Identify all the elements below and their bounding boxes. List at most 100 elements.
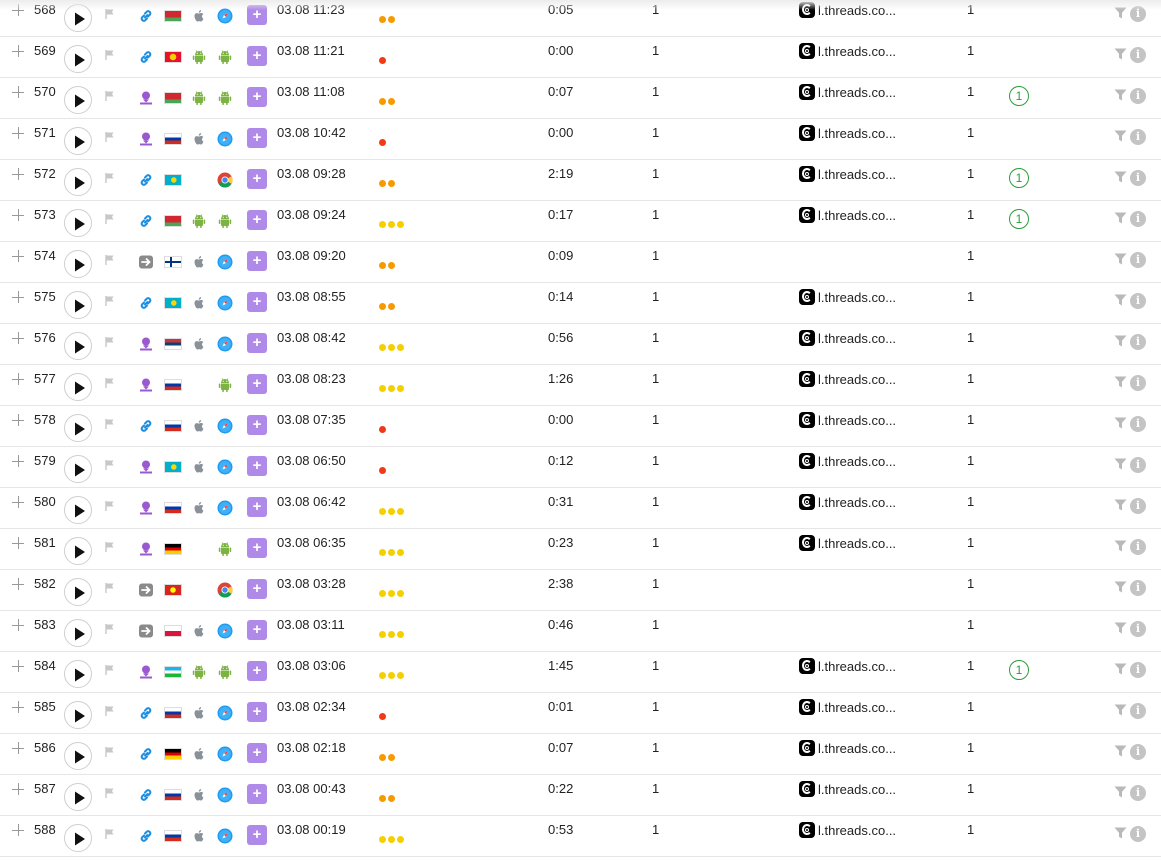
expand-plus-icon[interactable] [12,168,26,182]
add-button[interactable]: + [247,169,267,189]
filter-icon[interactable] [1114,827,1127,842]
table-row[interactable]: 586 +03.08 02:18 0:07 1 l.threads.co... 1 i [0,734,1161,775]
play-button[interactable] [64,332,92,360]
flag-icon[interactable] [104,418,116,433]
play-button[interactable] [64,619,92,647]
info-icon[interactable]: i [1130,744,1146,760]
add-button[interactable]: + [247,743,267,763]
expand-plus-icon[interactable] [12,824,26,838]
referrer[interactable]: l.threads.co... [799,124,896,142]
play-button[interactable] [64,4,92,32]
filter-icon[interactable] [1114,458,1127,473]
referrer[interactable]: l.threads.co... [799,411,896,429]
info-icon[interactable]: i [1130,416,1146,432]
info-icon[interactable]: i [1130,129,1146,145]
flag-icon[interactable] [104,8,116,23]
referrer[interactable]: l.threads.co... [799,1,896,19]
table-row[interactable]: 571 +03.08 10:42 0:00 1 l.threads.co... 1 i [0,119,1161,160]
filter-icon[interactable] [1114,376,1127,391]
add-button[interactable]: + [247,210,267,230]
filter-icon[interactable] [1114,581,1127,596]
info-icon[interactable]: i [1130,6,1146,22]
flag-icon[interactable] [104,254,116,269]
referrer[interactable]: l.threads.co... [799,534,896,552]
table-row[interactable]: 584 +03.08 03:06 1:45 1 l.threads.co... 1 1 i [0,652,1161,693]
add-button[interactable]: + [247,128,267,148]
info-icon[interactable]: i [1130,826,1146,842]
table-row[interactable]: 581 +03.08 06:35 0:23 1 l.threads.co... 1 i [0,529,1161,570]
flag-icon[interactable] [104,787,116,802]
filter-icon[interactable] [1114,499,1127,514]
table-row[interactable]: 569 +03.08 11:21 0:00 1 l.threads.co... 1 i [0,37,1161,78]
filter-icon[interactable] [1114,294,1127,309]
table-row[interactable]: 587 +03.08 00:43 0:22 1 l.threads.co... 1 i [0,775,1161,816]
flag-icon[interactable] [104,172,116,187]
filter-icon[interactable] [1114,540,1127,555]
info-icon[interactable]: i [1130,498,1146,514]
expand-plus-icon[interactable] [12,701,26,715]
info-icon[interactable]: i [1130,375,1146,391]
table-row[interactable]: 583 +03.08 03:11 0:46 1 1 i [0,611,1161,652]
flag-icon[interactable] [104,295,116,310]
referrer[interactable]: l.threads.co... [799,657,896,675]
referrer[interactable]: l.threads.co... [799,780,896,798]
add-button[interactable]: + [247,620,267,640]
expand-plus-icon[interactable] [12,496,26,510]
expand-plus-icon[interactable] [12,127,26,141]
expand-plus-icon[interactable] [12,373,26,387]
expand-plus-icon[interactable] [12,455,26,469]
expand-plus-icon[interactable] [12,86,26,100]
filter-icon[interactable] [1114,663,1127,678]
flag-icon[interactable] [104,377,116,392]
filter-icon[interactable] [1114,704,1127,719]
info-icon[interactable]: i [1130,211,1146,227]
flag-icon[interactable] [104,541,116,556]
table-row[interactable]: 576 +03.08 08:42 0:56 1 l.threads.co... 1 i [0,324,1161,365]
expand-plus-icon[interactable] [12,291,26,305]
referrer[interactable]: l.threads.co... [799,165,896,183]
play-button[interactable] [64,127,92,155]
flag-icon[interactable] [104,213,116,228]
info-icon[interactable]: i [1130,457,1146,473]
add-button[interactable]: + [247,784,267,804]
filter-icon[interactable] [1114,48,1127,63]
info-icon[interactable]: i [1130,703,1146,719]
expand-plus-icon[interactable] [12,660,26,674]
table-row[interactable]: 579 +03.08 06:50 0:12 1 l.threads.co... 1 i [0,447,1161,488]
add-button[interactable]: + [247,374,267,394]
info-icon[interactable]: i [1130,539,1146,555]
referrer[interactable]: l.threads.co... [799,493,896,511]
filter-icon[interactable] [1114,417,1127,432]
flag-icon[interactable] [104,623,116,638]
table-row[interactable]: 580 +03.08 06:42 0:31 1 l.threads.co... 1 i [0,488,1161,529]
filter-icon[interactable] [1114,335,1127,350]
expand-plus-icon[interactable] [12,250,26,264]
table-row[interactable]: 574 +03.08 09:20 0:09 1 1 i [0,242,1161,283]
filter-icon[interactable] [1114,89,1127,104]
goal-badge[interactable]: 1 [1009,86,1029,106]
goal-badge[interactable]: 1 [1009,168,1029,188]
filter-icon[interactable] [1114,212,1127,227]
flag-icon[interactable] [104,49,116,64]
referrer[interactable]: l.threads.co... [799,698,896,716]
info-icon[interactable]: i [1130,170,1146,186]
expand-plus-icon[interactable] [12,332,26,346]
add-button[interactable]: + [247,825,267,845]
add-button[interactable]: + [247,497,267,517]
table-row[interactable]: 568 +03.08 11:23 0:05 1 l.threads.co... 1 i [0,0,1161,37]
goal-badge[interactable]: 1 [1009,209,1029,229]
table-row[interactable]: 577 +03.08 08:23 1:26 1 l.threads.co... 1 i [0,365,1161,406]
info-icon[interactable]: i [1130,252,1146,268]
play-button[interactable] [64,414,92,442]
flag-icon[interactable] [104,828,116,843]
filter-icon[interactable] [1114,7,1127,22]
expand-plus-icon[interactable] [12,742,26,756]
filter-icon[interactable] [1114,622,1127,637]
expand-plus-icon[interactable] [12,4,26,18]
play-button[interactable] [64,701,92,729]
expand-plus-icon[interactable] [12,45,26,59]
add-button[interactable]: + [247,415,267,435]
expand-plus-icon[interactable] [12,783,26,797]
add-button[interactable]: + [247,538,267,558]
expand-plus-icon[interactable] [12,209,26,223]
